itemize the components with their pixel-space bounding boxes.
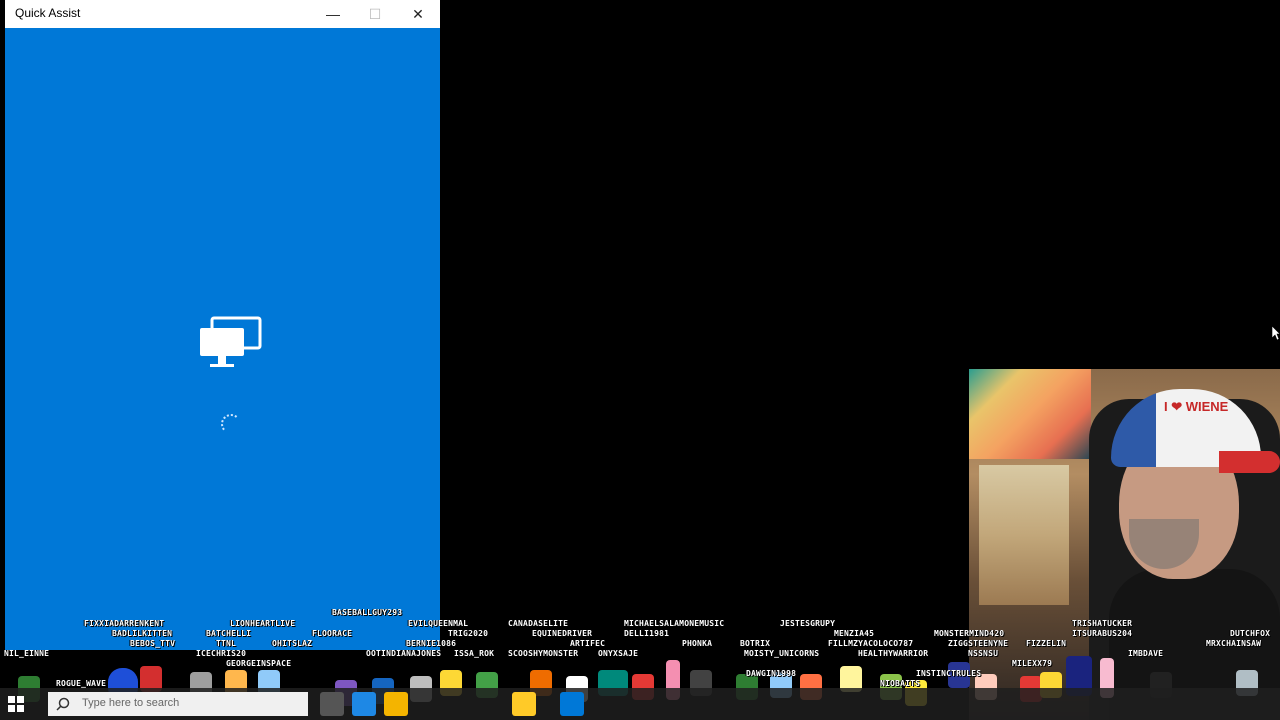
- quick-assist-taskbar-icon[interactable]: [560, 692, 584, 716]
- chat-username: EVILQUEENMAL: [408, 619, 469, 628]
- chat-username: MOISTY_UNICORNS: [744, 649, 820, 658]
- quick-assist-content: [5, 28, 440, 650]
- chat-username: ROGUE_WAVE: [56, 679, 107, 688]
- chat-username: MRXCHAINSAW: [1206, 639, 1262, 648]
- monitor-share-icon: [200, 316, 262, 367]
- close-button[interactable]: ✕: [398, 0, 438, 28]
- chat-username: NIOBAITS: [880, 679, 921, 688]
- chat-username: ITSURABUS204: [1072, 629, 1133, 638]
- wall-poster: [969, 369, 1091, 459]
- taskbar-search-box[interactable]: Type here to search: [48, 692, 308, 716]
- chat-username: BASEBALLGUY293: [332, 608, 403, 617]
- maximize-button[interactable]: ☐: [355, 0, 395, 28]
- chat-username: TRIG2020: [448, 629, 489, 638]
- chat-username: DUTCHFOX: [1230, 629, 1271, 638]
- chat-username: TTNL: [216, 639, 237, 648]
- chat-username: BEBOS_TTV: [130, 639, 176, 648]
- chat-username: HEALTHYWARRIOR: [858, 649, 929, 658]
- chat-username: DELLI1981: [624, 629, 670, 638]
- chat-username: BOTRIX: [740, 639, 771, 648]
- chat-username: FIZZELIN: [1026, 639, 1067, 648]
- windows-start-icon[interactable]: [8, 696, 24, 712]
- edge-icon[interactable]: [352, 692, 376, 716]
- chat-username: ZIGGSTEENYNE: [948, 639, 1009, 648]
- chat-username: TRISHATUCKER: [1072, 619, 1133, 628]
- chat-username: ONYXSAJE: [598, 649, 639, 658]
- chat-username: LIONHEARTLIVE: [230, 619, 296, 628]
- search-placeholder: Type here to search: [82, 697, 180, 709]
- chat-username: BERNIE1086: [406, 639, 457, 648]
- background-shelf: [979, 465, 1069, 605]
- chat-username: JESTESGRUPY: [780, 619, 836, 628]
- title-bar[interactable]: Quick Assist — ☐ ✕: [5, 0, 440, 28]
- chat-username: INSTINCTRULES: [916, 669, 982, 678]
- window-title: Quick Assist: [15, 6, 81, 20]
- chat-username: SCOOSHYMONSTER: [508, 649, 579, 658]
- chat-username: FIXXIADARRENKENT: [84, 619, 165, 628]
- chat-username: EQUINEDRIVER: [532, 629, 593, 638]
- chat-username: NIL_EINNE: [4, 649, 50, 658]
- mouse-cursor-icon: [1272, 326, 1280, 340]
- chat-username: ARTIFEC: [570, 639, 606, 648]
- chat-username: FILLMZYACOLOCO787: [828, 639, 914, 648]
- chat-username: OHITSLAZ: [272, 639, 313, 648]
- chat-username: MENZIA45: [834, 629, 875, 638]
- quick-assist-window: Quick Assist — ☐ ✕: [5, 0, 440, 650]
- desktop: Quick Assist — ☐ ✕ I ❤ WIENE BASEBALLGUY…: [0, 0, 1280, 720]
- chat-username: IMBDAVE: [1128, 649, 1164, 658]
- chat-username: GEORGEINSPACE: [226, 659, 292, 668]
- chat-username: NSSNSU: [968, 649, 999, 658]
- spinner-icon: [221, 414, 241, 434]
- chat-username: BATCHELLI: [206, 629, 252, 638]
- chat-username: MICHAELSALAMONEMUSIC: [624, 619, 725, 628]
- file-explorer-icon[interactable]: [512, 692, 536, 716]
- chrome-icon[interactable]: [384, 692, 408, 716]
- chat-username: PHONKA: [682, 639, 713, 648]
- chat-username: ISSA_ROK: [454, 649, 495, 658]
- chat-username: CANADASELITE: [508, 619, 569, 628]
- chat-username: FLOORACE: [312, 629, 353, 638]
- search-icon: [56, 697, 70, 711]
- cap-brim: [1219, 451, 1280, 473]
- chat-username: ICECHRIS20: [196, 649, 247, 658]
- chat-username: MONSTERMIND420: [934, 629, 1005, 638]
- cap-logo: I ❤ WIENE: [1164, 399, 1229, 414]
- taskview-icon[interactable]: [320, 692, 344, 716]
- chat-username: OOTINDIANAJONES: [366, 649, 442, 658]
- minimize-button[interactable]: —: [313, 0, 353, 28]
- chat-username: MILEXX79: [1012, 659, 1053, 668]
- chat-username: DAWGIN1998: [746, 669, 797, 678]
- taskbar: Type here to search: [0, 688, 1280, 720]
- chat-username: BADLILKITTEN: [112, 629, 173, 638]
